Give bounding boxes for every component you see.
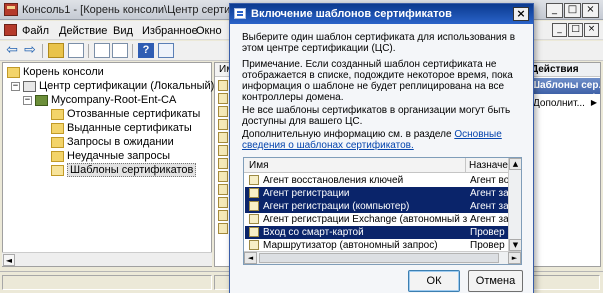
ca-server-icon	[35, 94, 48, 106]
export-list-icon[interactable]	[112, 43, 128, 58]
tree-node-ca-server[interactable]: − Mycompany-Root-Ent-CA	[23, 93, 176, 107]
back-arrow-icon[interactable]: ⇦	[4, 43, 20, 58]
tree-node-ca-local[interactable]: − Центр сертификации (Локальный)	[11, 79, 214, 93]
tree-node-certificate-templates[interactable]: Шаблоны сертификатов	[51, 163, 197, 177]
template-row[interactable]: Агент регистрации Exchange (автономный з…	[245, 213, 509, 226]
dialog-body: Выберите один шаблон сертификата для исп…	[230, 24, 533, 293]
dialog-icon	[234, 8, 246, 19]
folder-icon	[51, 150, 64, 162]
template-icon[interactable]	[218, 80, 228, 91]
scroll-left-icon[interactable]: ◄	[3, 254, 15, 266]
template-icon[interactable]	[218, 184, 228, 195]
template-icon[interactable]	[218, 119, 228, 130]
actions-header: Действия	[527, 63, 600, 77]
enable-templates-dialog: Включение шаблонов сертификатов × Выбери…	[229, 3, 534, 293]
submenu-arrow-icon: ▶	[590, 98, 597, 107]
scroll-up-icon[interactable]: ▲	[509, 158, 521, 170]
actions-pane: Действия Шаблоны сер... ▲ Дополнит... ▶	[526, 62, 601, 267]
tree-node-issued[interactable]: Выданные сертификаты	[51, 121, 192, 135]
show-hide-tree-icon[interactable]	[68, 43, 84, 58]
template-row[interactable]: Агент регистрации (компьютер) Агент за	[245, 200, 509, 213]
tree-node-root[interactable]: Корень консоли	[7, 65, 104, 79]
tree-node-revoked[interactable]: Отозванные сертификаты	[51, 107, 200, 121]
collapse-icon[interactable]: −	[11, 81, 20, 91]
console-tree: Корень консоли − Центр сертификации (Лок…	[2, 62, 214, 267]
tree-node-pending[interactable]: Запросы в ожидании	[51, 135, 174, 149]
folder-open-icon	[51, 164, 64, 176]
instruction-text: Выберите один шаблон сертификата для исп…	[242, 32, 516, 54]
template-icon[interactable]	[218, 210, 228, 221]
more-info-text: Дополнительную информацию см. в разделе …	[242, 129, 502, 151]
folder-icon	[51, 108, 64, 120]
list-vertical-scrollbar[interactable]: ▲ ▼	[508, 158, 521, 251]
column-header-name[interactable]: Имя	[249, 160, 268, 171]
window-title: Консоль1 - [Корень консоли\Центр сертиф	[22, 4, 240, 16]
refresh-icon[interactable]	[94, 43, 110, 58]
column-header-purpose[interactable]: Назначе	[469, 160, 509, 171]
folder-icon	[7, 66, 20, 78]
template-row[interactable]: Вход со смарт-картой Провер	[245, 226, 509, 239]
menu-window[interactable]: Окно	[196, 25, 222, 37]
close-button[interactable]: ×	[582, 3, 599, 18]
folder-icon	[51, 136, 64, 148]
child-minimize-button[interactable]: _	[552, 23, 567, 37]
template-icon[interactable]	[218, 132, 228, 143]
scroll-right-icon[interactable]: ►	[508, 252, 521, 264]
certificate-template-icon	[249, 227, 259, 237]
menu-action[interactable]: Действие	[59, 25, 107, 37]
collapse-icon[interactable]: −	[23, 95, 32, 105]
help-icon[interactable]: ?	[138, 43, 154, 58]
child-close-button[interactable]: ×	[584, 23, 599, 37]
more-actions-item[interactable]: Дополнит...	[533, 98, 585, 109]
template-icon[interactable]	[218, 158, 228, 169]
scroll-thumb[interactable]	[259, 253, 499, 263]
menu-view[interactable]: Вид	[113, 25, 133, 37]
dialog-close-button[interactable]: ×	[513, 7, 529, 21]
template-icon[interactable]	[218, 171, 228, 182]
template-icon[interactable]	[218, 106, 228, 117]
certificate-template-icon	[249, 188, 259, 198]
availability-text: Не все шаблоны сертификатов в организаци…	[242, 105, 511, 127]
console-menu-icon[interactable]	[4, 24, 17, 36]
certificate-template-icon	[249, 201, 259, 211]
template-row[interactable]: Агент восстановления ключей Агент во	[245, 174, 509, 187]
console-app-icon	[4, 3, 18, 16]
certificate-template-icon	[249, 175, 259, 185]
menu-favorites[interactable]: Избранное	[142, 25, 198, 37]
collapse-up-icon: ▲	[591, 91, 597, 94]
list-horizontal-scrollbar[interactable]: ◄ ►	[244, 251, 521, 264]
template-icon[interactable]	[218, 223, 228, 234]
minimize-button[interactable]: _	[546, 3, 563, 18]
template-icon[interactable]	[218, 93, 228, 104]
template-icon[interactable]	[218, 145, 228, 156]
folder-icon	[51, 122, 64, 134]
menu-file[interactable]: Файл	[22, 25, 49, 37]
dialog-title: Включение шаблонов сертификатов	[251, 8, 452, 20]
up-folder-icon[interactable]	[48, 43, 64, 58]
templates-list-header: Имя Назначе	[244, 158, 509, 173]
certificate-template-icon	[249, 214, 259, 224]
template-row[interactable]: Агент регистрации Агент за	[245, 187, 509, 200]
maximize-button[interactable]: □	[564, 3, 581, 18]
scroll-down-icon[interactable]: ▼	[509, 239, 521, 251]
template-icon[interactable]	[218, 197, 228, 208]
child-maximize-button[interactable]: □	[568, 23, 583, 37]
note-text: Примечание. Если созданный шаблон сертиф…	[242, 59, 513, 103]
certificate-template-icon	[249, 240, 259, 250]
cancel-button[interactable]: Отмена	[468, 270, 523, 292]
tree-node-failed[interactable]: Неудачные запросы	[51, 149, 170, 163]
dialog-title-bar: Включение шаблонов сертификатов ×	[230, 4, 533, 24]
certificate-authority-icon	[23, 80, 36, 92]
forward-arrow-icon[interactable]: ⇨	[22, 43, 38, 58]
show-action-pane-icon[interactable]	[158, 43, 174, 58]
templates-list: Имя Назначе Агент восстановления ключей …	[243, 157, 522, 265]
scroll-left-icon[interactable]: ◄	[244, 252, 257, 264]
actions-section-templates[interactable]: Шаблоны сер... ▲	[527, 78, 600, 94]
tree-horizontal-scrollbar[interactable]: ◄	[2, 252, 212, 266]
ok-button[interactable]: ОК	[408, 270, 460, 292]
